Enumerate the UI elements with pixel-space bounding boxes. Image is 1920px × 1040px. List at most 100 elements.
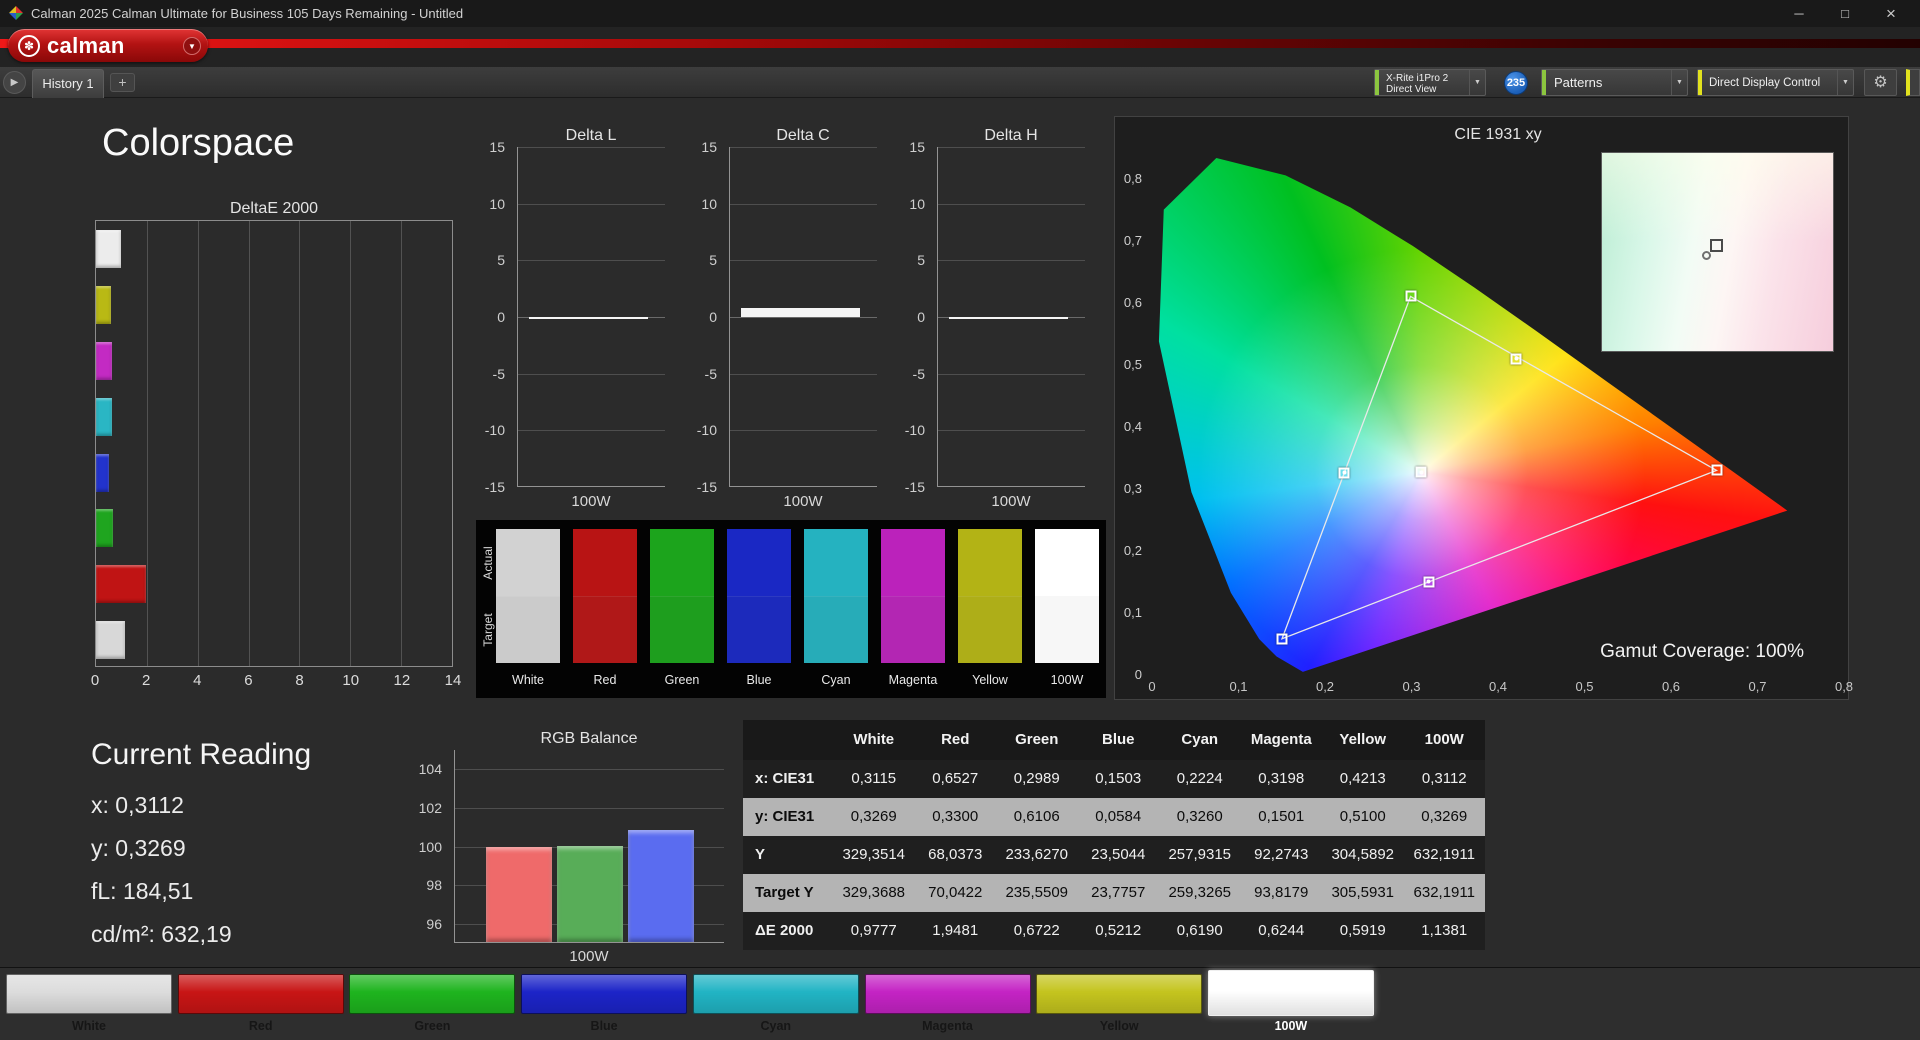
chevron-down-icon[interactable]: ▼ [1469,70,1485,95]
window-title: Calman 2025 Calman Ultimate for Business… [31,6,464,21]
tab-history-1[interactable]: History 1 [32,69,104,98]
bar-100w [741,307,860,317]
table-cell: 0,3269 [1403,798,1485,836]
actual-target-swatch-panel: Actual Target White Red Green Blue Cyan Magen… [476,520,1106,698]
layout-nav-arrow-button[interactable]: ▶ [3,71,26,94]
row-label: Target Y [743,874,833,912]
pattern-label: Red [248,1019,273,1033]
marker-blue [1276,633,1288,645]
reading-x: x: 0,3112 [91,792,184,818]
table-cell: 235,5509 [996,874,1078,912]
display-control-status-stripe [1698,70,1702,95]
x-tick-label: 0,6 [1661,679,1681,694]
restore-button[interactable]: □ [1822,0,1868,27]
cie-1931-panel: CIE 1931 xy 0,8 0,7 0,6 0,5 0,4 0,3 0,2 0,1 0 Ga… [1114,116,1853,700]
delta-c-chart: Delta C 15 10 5 0 -5 -10 -15 100W [685,127,877,519]
marker-dot [1426,579,1431,584]
bar-red [96,565,146,604]
y-tick-label: 10 [909,195,925,212]
y-tick-label: 0,6 [1123,295,1142,310]
target-swatch [958,596,1022,663]
close-button[interactable]: × [1868,0,1914,27]
marker-dot [1514,356,1519,361]
meter-dropdown[interactable]: X-Rite i1Pro 2 Direct View ▼ [1374,69,1486,96]
x-tick-label: 4 [193,672,202,689]
actual-swatch [958,529,1022,596]
pattern-label: 100W [1274,1019,1308,1033]
y-tick-label: 10 [489,195,505,212]
y-tick-label: 0 [497,309,505,325]
y-tick-label: 0,8 [1123,171,1142,186]
y-tick-label: -5 [912,365,925,382]
gridline [938,203,1085,205]
chevron-down-icon[interactable]: ▼ [1671,70,1687,95]
gear-icon[interactable]: ⚙ [1864,69,1897,96]
column-header-Blue: Blue [1077,720,1159,760]
gridline [518,430,665,432]
display-control-dropdown[interactable]: Direct Display Control ▼ [1697,69,1854,96]
gridline [518,260,665,262]
column-header-rowlabels [743,720,833,760]
logo-menu-button[interactable]: ▼ [183,36,201,55]
gridline [518,203,665,205]
table-cell: 0,6106 [996,798,1078,836]
gridline [730,430,877,432]
clipped-edge-control[interactable] [1906,69,1920,96]
bar-blue [628,830,694,942]
pattern-button-white[interactable]: White [6,968,172,1040]
y-tick-label: 0 [917,309,925,325]
table-cell: 233,6270 [996,836,1078,874]
y-tick-label: -5 [492,365,505,382]
deltae2000-chart: DeltaE 2000 0 2 4 6 8 10 12 14 [91,200,462,700]
x-tick-label: 2 [141,672,151,689]
y-axis: 15 10 5 0 -5 -10 -15 [685,139,723,495]
y-tick-label: 100 [418,838,442,855]
swatch-label: Green [664,673,700,687]
patterns-dropdown[interactable]: Patterns ▼ [1541,69,1688,96]
row-label: x: CIE31 [743,760,833,798]
pattern-button-magenta[interactable]: Magenta [864,968,1031,1040]
x-tick-label: 0,1 [1229,679,1248,694]
pattern-button-green[interactable]: Green [349,968,516,1040]
y-tick-label: 98 [426,877,442,894]
meter-name: X-Rite i1Pro 2 [1386,73,1449,84]
x-tick-label: 8 [295,672,304,689]
swatch-label: White [512,673,544,687]
y-tick-label: 0,1 [1123,605,1142,620]
current-reading-title: Current Reading [91,738,312,771]
cie-x-axis: 0 0,1 0,2 0,3 0,4 0,5 0,6 0,7 0,8 [1148,679,1853,695]
delta-l-chart: Delta L 15 10 5 0 -5 -10 -15 100W [473,127,665,519]
table-cell: 0,2989 [996,760,1078,798]
table-cell: 0,1503 [1077,760,1159,798]
measurements-table: White Red Green Blue Cyan Magenta Yellow 100W x:… [743,720,1485,950]
table-cell: 329,3688 [833,874,915,912]
y-tick-label: 0,5 [1123,357,1142,372]
pattern-button-blue[interactable]: Blue [521,968,688,1040]
swatch-label: 100W [1050,673,1084,687]
page-title: Colorspace [102,122,295,164]
marker-yellow [1510,353,1522,365]
rgb-balance-chart: RGB Balance 104 102 100 98 96 100W [410,730,724,970]
y-tick-label: 0,7 [1123,233,1142,248]
pattern-button-cyan[interactable]: Cyan [692,968,859,1040]
pattern-bar: WhiteRedGreenBlueCyanMagentaYellow100W ▲… [0,967,1920,1040]
swatch-column-red: Red [573,529,637,687]
minimize-button[interactable]: ─ [1776,0,1822,27]
calman-logo[interactable]: ✽ calman ▼ [8,29,208,62]
brand-bar: ✽ calman ▼ [0,27,1920,67]
pattern-swatch [521,974,688,1014]
pattern-button-100w[interactable]: 100W [1207,968,1374,1040]
table-cell: 632,1911 [1403,836,1485,874]
calman-flower-icon: ✽ [18,34,40,57]
y-tick-label: 15 [489,139,505,155]
swatch-label: Magenta [888,673,938,687]
pattern-button-yellow[interactable]: Yellow [1036,968,1203,1040]
pattern-button-red[interactable]: Red [177,968,344,1040]
table-cell: 0,3112 [1403,760,1485,798]
add-tab-button[interactable]: + [110,73,135,92]
row-label: ΔE 2000 [743,912,833,950]
table-cell: 0,3269 [833,798,915,836]
chevron-down-icon[interactable]: ▼ [1837,70,1853,95]
column-header-Yellow: Yellow [1322,720,1404,760]
y-tick-label: 0 [709,309,717,325]
